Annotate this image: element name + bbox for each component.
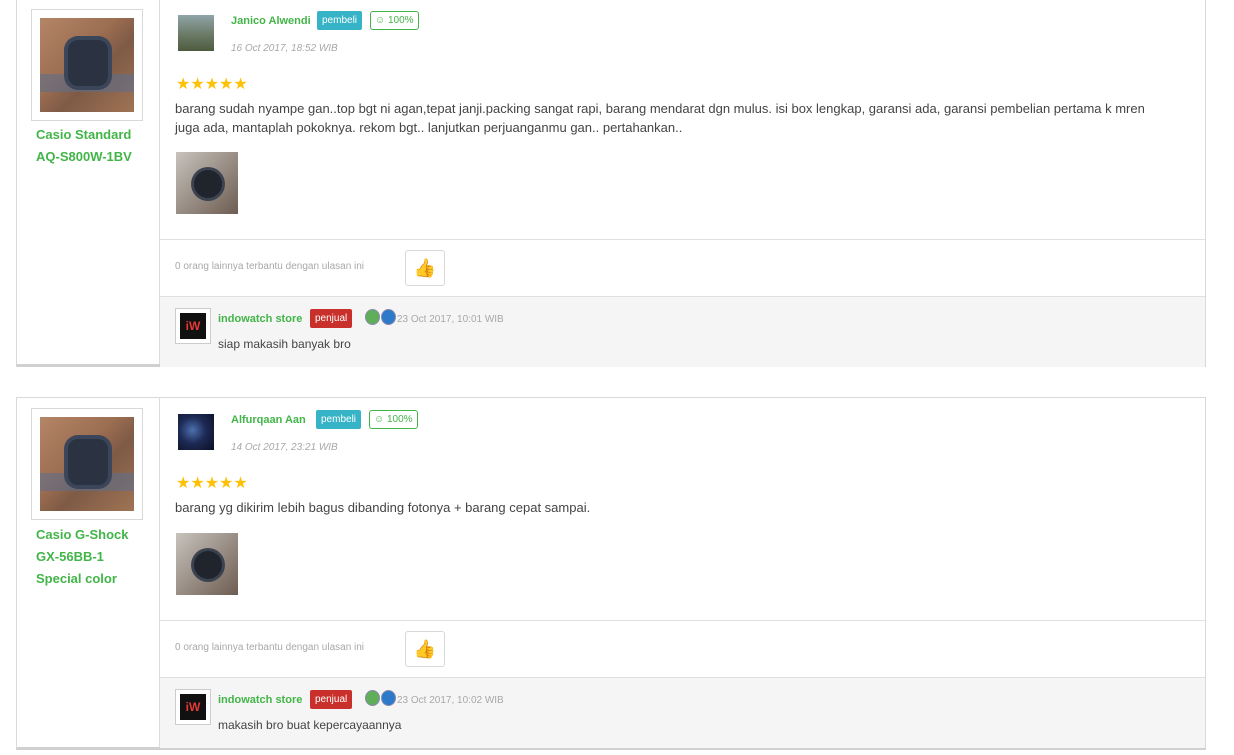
reviewer-avatar[interactable] xyxy=(178,15,214,51)
review-photo[interactable] xyxy=(176,533,238,595)
store-logo[interactable]: iW xyxy=(175,308,211,344)
reply-text: makasih bro buat kepercayaannya xyxy=(218,718,402,732)
product-name-line[interactable]: Casio G-Shock xyxy=(36,524,128,546)
review-card: Casio G-Shock GX-56BB-1 Special color Al… xyxy=(16,397,1206,750)
review-text: barang yg dikirim lebih bagus dibanding … xyxy=(175,500,591,515)
helpful-count-text: 0 orang lainnya terbantu dengan ulasan i… xyxy=(175,642,365,653)
review-card: Casio Standard AQ-S800W-1BV Janico Alwen… xyxy=(16,0,1206,367)
medal-icon xyxy=(365,690,380,706)
helpful-count-text: 0 orang lainnya terbantu dengan ulasan i… xyxy=(175,261,365,272)
seller-reply: iW indowatch store penjual 23 Oct 2017, … xyxy=(160,677,1205,748)
thumbs-up-icon: 👍 xyxy=(413,258,437,278)
seller-badge: penjual xyxy=(310,690,353,709)
product-name-line[interactable]: Special color xyxy=(36,568,117,590)
product-image[interactable] xyxy=(31,408,143,520)
buyer-badge: pembeli xyxy=(316,410,362,429)
reviewer-avatar[interactable] xyxy=(178,414,214,450)
store-logo[interactable]: iW xyxy=(175,689,211,725)
product-name-line[interactable]: AQ-S800W-1BV xyxy=(36,146,132,168)
review-date: 14 Oct 2017, 23:21 WIB xyxy=(231,442,338,453)
thumbs-up-icon: 👍 xyxy=(413,639,437,659)
store-medals xyxy=(365,690,397,709)
reputation-badge: ☺ 100% xyxy=(369,410,418,429)
star-rating: ★★★★★ xyxy=(176,76,248,93)
helpful-section: 0 orang lainnya terbantu dengan ulasan i… xyxy=(160,620,1205,678)
seller-badge: penjual xyxy=(310,309,353,328)
reviewer-name[interactable]: Alfurqaan Aan xyxy=(231,414,306,426)
store-logo-text: iW xyxy=(185,319,201,333)
helpful-button[interactable]: 👍 xyxy=(405,250,445,286)
medal-icon xyxy=(365,309,380,325)
product-column: Casio Standard AQ-S800W-1BV xyxy=(17,0,160,364)
product-column: Casio G-Shock GX-56BB-1 Special color xyxy=(17,398,160,747)
review-text: barang sudah nyampe gan..top bgt ni agan… xyxy=(175,101,1145,135)
review-photo[interactable] xyxy=(176,152,238,214)
store-name[interactable]: indowatch store xyxy=(218,313,302,325)
reply-text: siap makasih banyak bro xyxy=(218,337,351,351)
product-name-line[interactable]: Casio Standard xyxy=(36,124,131,146)
medal-icon xyxy=(381,309,396,325)
buyer-badge: pembeli xyxy=(317,11,363,30)
reply-date: 23 Oct 2017, 10:02 WIB xyxy=(397,695,504,706)
helpful-section: 0 orang lainnya terbantu dengan ulasan i… xyxy=(160,239,1205,297)
reviewer-name[interactable]: Janico Alwendi xyxy=(231,15,311,27)
store-name[interactable]: indowatch store xyxy=(218,694,302,706)
store-medals xyxy=(365,309,397,328)
product-image[interactable] xyxy=(31,9,143,121)
reputation-badge: ☺ 100% xyxy=(370,11,419,30)
medal-icon xyxy=(381,690,396,706)
seller-reply: iW indowatch store penjual 23 Oct 2017, … xyxy=(160,296,1205,367)
review-date: 16 Oct 2017, 18:52 WIB xyxy=(231,43,338,54)
helpful-button[interactable]: 👍 xyxy=(405,631,445,667)
reply-date: 23 Oct 2017, 10:01 WIB xyxy=(397,314,504,325)
product-name-line[interactable]: GX-56BB-1 xyxy=(36,546,104,568)
star-rating: ★★★★★ xyxy=(176,475,248,492)
store-logo-text: iW xyxy=(185,700,201,714)
